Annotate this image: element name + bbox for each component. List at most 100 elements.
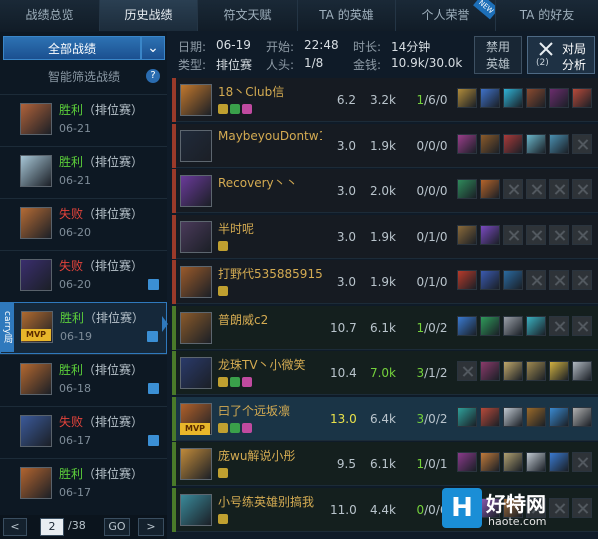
item-icon[interactable] xyxy=(480,315,500,336)
banned-heroes-button[interactable]: 禁用 英雄 xyxy=(474,36,522,74)
player-name[interactable]: Recovery丶丶 xyxy=(218,174,322,191)
match-mode-text: （排位赛） xyxy=(84,311,145,325)
item-icon[interactable] xyxy=(457,452,477,472)
item-icon[interactable] xyxy=(572,406,592,427)
item-slots xyxy=(457,88,597,112)
match-mode-text: （排位赛） xyxy=(83,363,144,377)
tab-runes[interactable]: 符文天赋 xyxy=(198,0,298,31)
player-row[interactable]: 18丶Club信 6.2 3.2k 1/6/0 xyxy=(172,78,598,122)
player-row[interactable]: Recovery丶丶 3.0 2.0k 0/0/0 xyxy=(172,169,598,213)
empty-slot-icon xyxy=(549,315,569,336)
item-icon[interactable] xyxy=(526,406,546,427)
item-icon[interactable] xyxy=(457,88,477,108)
replay-icon[interactable] xyxy=(148,435,159,446)
player-name[interactable]: 半时呢 xyxy=(218,220,322,237)
item-icon[interactable] xyxy=(480,133,500,154)
player-row[interactable]: MVP 曰了个远坂凛 13.0 6.4k 3/0/2 xyxy=(172,396,598,441)
filter-dropdown[interactable]: 全部战绩 xyxy=(3,36,141,60)
tab-heroes[interactable]: TA 的英雄 xyxy=(298,0,396,31)
match-list-item[interactable]: 失败（排位赛） 06-20 xyxy=(0,250,167,302)
item-icon[interactable] xyxy=(572,361,592,381)
match-list-item[interactable]: 胜利（排位赛） 06-17 xyxy=(0,458,167,510)
kda-rest: /1/0 xyxy=(424,229,448,244)
item-icon[interactable] xyxy=(480,452,500,472)
item-icon[interactable] xyxy=(503,88,523,108)
item-icon[interactable] xyxy=(549,406,569,427)
badge-icon xyxy=(242,422,252,433)
item-icon[interactable] xyxy=(480,361,500,381)
match-result: 失败（排位赛） xyxy=(59,257,143,274)
player-name[interactable]: MaybeyouDontw1n xyxy=(218,129,322,143)
player-name[interactable]: 小号练英雄别搞我 xyxy=(218,493,322,510)
item-icon[interactable] xyxy=(457,179,477,199)
player-name[interactable]: 庞wu解说小彤 xyxy=(218,447,322,464)
tab-overview[interactable]: 战绩总览 xyxy=(0,0,100,31)
item-icon[interactable] xyxy=(526,133,546,154)
match-list-item[interactable]: 失败（排位赛） 06-17 xyxy=(0,406,167,458)
item-icon[interactable] xyxy=(503,361,523,381)
player-row[interactable]: 半时呢 3.0 1.9k 0/1/0 xyxy=(172,214,598,259)
match-list-item[interactable]: 胜利（排位赛） 06-21 xyxy=(0,146,167,198)
go-button[interactable]: GO xyxy=(104,518,130,536)
item-icon[interactable] xyxy=(503,315,523,336)
item-icon[interactable] xyxy=(480,270,500,290)
item-icon[interactable] xyxy=(457,315,477,336)
item-icon[interactable] xyxy=(480,88,500,108)
player-row[interactable]: 打野代535885915 3.0 1.9k 0/1/0 xyxy=(172,260,598,304)
chevron-down-icon[interactable]: ⌄ xyxy=(141,36,165,60)
item-icon[interactable] xyxy=(572,88,592,108)
item-icon[interactable] xyxy=(526,361,546,381)
match-list-item[interactable]: 胜利（排位赛） 06-21 xyxy=(0,94,167,146)
item-icon[interactable] xyxy=(526,315,546,336)
kda-kills: 1 xyxy=(416,457,425,471)
player-name[interactable]: 打野代535885915 xyxy=(218,265,322,282)
item-icon[interactable] xyxy=(549,452,569,472)
item-icon[interactable] xyxy=(549,361,569,381)
page-input[interactable]: 2 xyxy=(40,518,64,536)
team-color-bar xyxy=(172,214,176,259)
item-icon[interactable] xyxy=(457,406,477,427)
replay-icon[interactable] xyxy=(148,383,159,394)
item-icon[interactable] xyxy=(503,452,523,472)
tab-honors[interactable]: 个人荣誉 NEW xyxy=(396,0,496,31)
item-icon[interactable] xyxy=(503,270,523,290)
item-icon[interactable] xyxy=(457,270,477,290)
prev-page-button[interactable]: < xyxy=(3,518,27,536)
item-icon[interactable] xyxy=(480,406,500,427)
player-row[interactable]: MaybeyouDontw1n 3.0 1.9k 0/0/0 xyxy=(172,123,598,168)
ban-label-2: 英雄 xyxy=(485,57,510,71)
badge-icon xyxy=(218,286,228,296)
match-analysis-button[interactable]: (2) 对局 分析 xyxy=(527,36,595,74)
item-icon[interactable] xyxy=(457,224,477,245)
player-row[interactable]: 庞wu解说小彤 9.5 6.1k 1/0/1 xyxy=(172,442,598,486)
badge-icon xyxy=(242,104,252,114)
tab-history[interactable]: 历史战绩 xyxy=(100,0,198,31)
player-name[interactable]: 普朗威c2 xyxy=(218,311,322,328)
item-icon[interactable] xyxy=(549,133,569,154)
item-icon[interactable] xyxy=(503,406,523,427)
smart-filter-button[interactable]: 智能筛选战绩 xyxy=(3,64,165,90)
player-name[interactable]: 龙珠TV丶小微笑 xyxy=(218,356,322,373)
player-row[interactable]: 龙珠TV丶小微笑 10.4 7.0k 3/1/2 xyxy=(172,351,598,395)
match-list-item[interactable]: MVP 胜利（排位赛） 06-19 xyxy=(0,302,167,354)
tab-friends[interactable]: TA 的好友 xyxy=(496,0,598,31)
item-icon[interactable] xyxy=(457,133,477,154)
item-icon[interactable] xyxy=(503,133,523,154)
help-icon[interactable]: ? xyxy=(146,69,160,83)
team-color-bar xyxy=(172,305,176,350)
match-date: 06-21 xyxy=(59,174,91,187)
next-page-button[interactable]: > xyxy=(138,518,164,536)
match-list-item[interactable]: 胜利（排位赛） 06-18 xyxy=(0,354,167,406)
player-name[interactable]: 18丶Club信 xyxy=(218,83,322,100)
replay-icon[interactable] xyxy=(147,331,158,342)
replay-icon[interactable] xyxy=(148,279,159,290)
player-row[interactable]: 普朗威c2 10.7 6.1k 1/0/2 xyxy=(172,305,598,350)
item-icon[interactable] xyxy=(480,179,500,199)
item-icon[interactable] xyxy=(549,88,569,108)
player-name[interactable]: 曰了个远坂凛 xyxy=(218,402,322,419)
empty-slot-icon xyxy=(457,361,477,381)
item-icon[interactable] xyxy=(480,224,500,245)
match-list-item[interactable]: 失败（排位赛） 06-20 xyxy=(0,198,167,250)
item-icon[interactable] xyxy=(526,452,546,472)
item-icon[interactable] xyxy=(526,88,546,108)
